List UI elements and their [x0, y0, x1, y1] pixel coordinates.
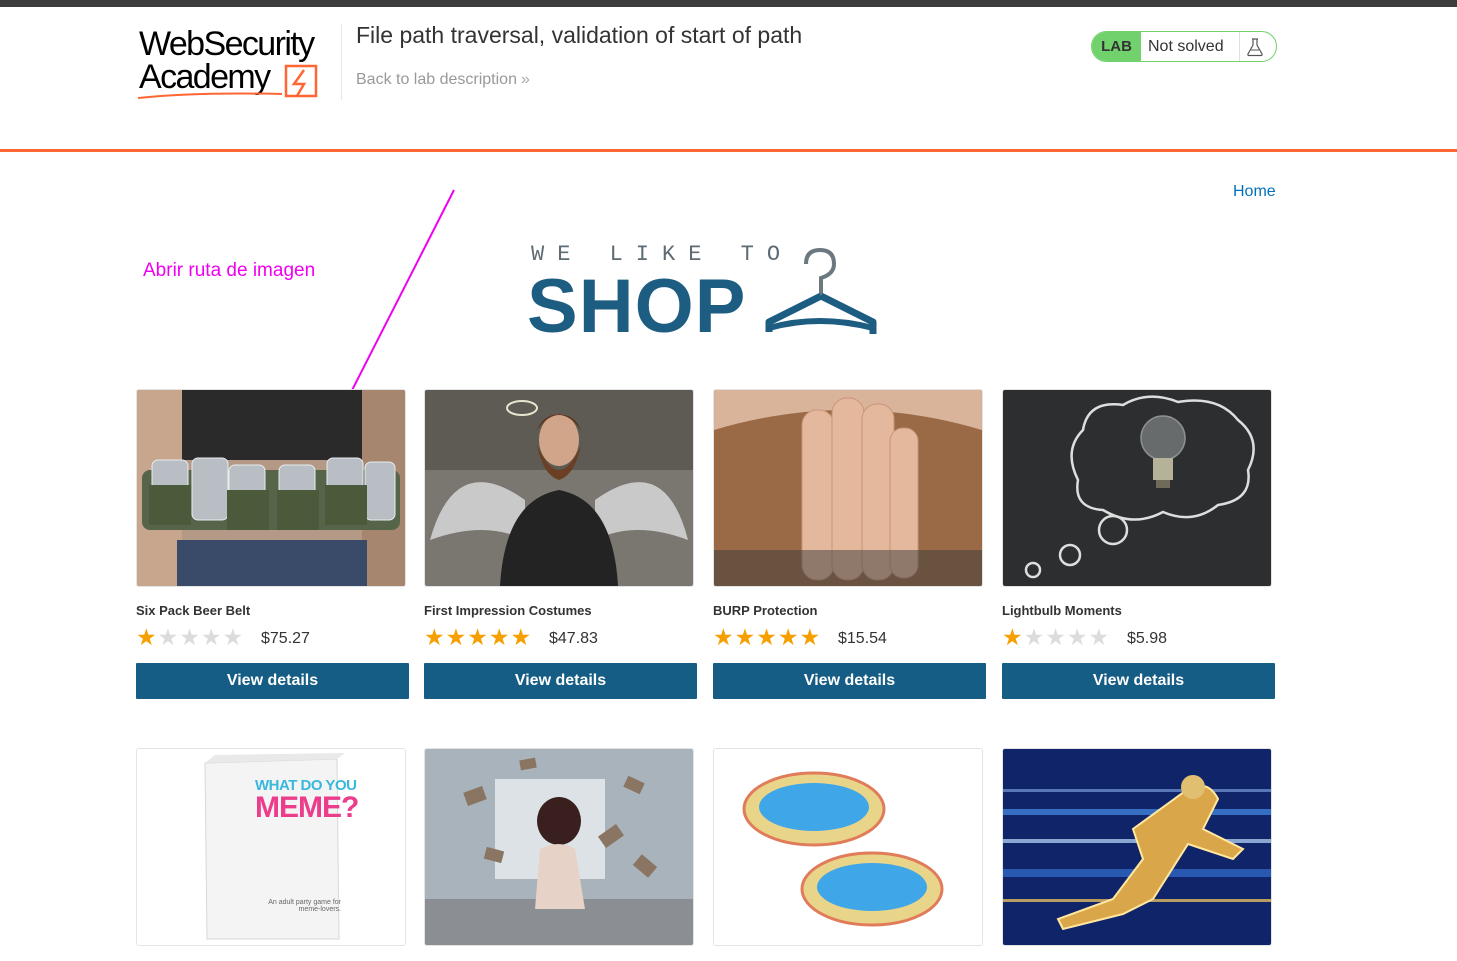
product-price: $75.27: [261, 630, 310, 647]
star-filled-icon: ★: [136, 624, 158, 650]
lab-badge: LAB: [1092, 32, 1141, 61]
lab-status-text: Not solved: [1148, 38, 1224, 55]
top-bar: [0, 0, 1457, 7]
product-rating: ★★★★★: [136, 625, 244, 649]
product-image-speed-runner[interactable]: [1002, 748, 1272, 946]
chevron-right-icon: »: [520, 71, 530, 88]
lab-status-divider: [1239, 32, 1240, 61]
star-filled-icon: ★: [488, 624, 511, 650]
product-image-meme-card-game[interactable]: WHAT DO YOU MEME? An adult party game fo…: [136, 748, 406, 946]
product-image-flying-books[interactable]: [424, 748, 694, 946]
star-filled-icon: ★: [445, 624, 468, 650]
view-details-button[interactable]: View details: [713, 663, 986, 699]
product-price: $15.54: [838, 630, 887, 647]
star-empty-icon: ★: [1066, 624, 1089, 650]
product-image-paddling-pools[interactable]: [713, 748, 983, 946]
angel-man-image: [425, 390, 693, 586]
star-filled-icon: ★: [510, 624, 533, 650]
flying-books-image: [425, 749, 693, 945]
back-link-label: Back to lab description: [356, 71, 517, 88]
meme-tagline: An adult party game for meme-lovers.: [268, 899, 341, 913]
product-image-beard-hand[interactable]: [713, 389, 983, 587]
lightbulb-chalkboard-image: [1003, 390, 1271, 586]
lab-status-widget: LAB Not solved: [1091, 31, 1277, 62]
star-empty-icon: ★: [200, 624, 223, 650]
header-divider: [341, 24, 342, 100]
product-image-beer-belt[interactable]: [136, 389, 406, 587]
product-rating: ★★★★★: [1002, 625, 1110, 649]
product-price: $47.83: [549, 630, 598, 647]
star-filled-icon: ★: [467, 624, 489, 650]
star-filled-icon: ★: [713, 624, 735, 650]
speed-runner-image: [1003, 749, 1271, 945]
star-filled-icon: ★: [1002, 624, 1024, 650]
star-filled-icon: ★: [756, 624, 778, 650]
star-empty-icon: ★: [1023, 624, 1046, 650]
shop-logo: WE LIKE TO SHOP: [527, 238, 887, 349]
star-empty-icon: ★: [222, 624, 245, 650]
product-name: BURP Protection: [713, 603, 818, 618]
star-filled-icon: ★: [734, 624, 757, 650]
product-name: First Impression Costumes: [424, 603, 592, 618]
back-to-lab-description-link[interactable]: Back to lab description»: [356, 71, 530, 89]
product-image-lightbulb-chalkboard[interactable]: [1002, 389, 1272, 587]
product-price: $5.98: [1127, 630, 1168, 647]
star-empty-icon: ★: [157, 624, 180, 650]
star-filled-icon: ★: [777, 624, 800, 650]
beer-belt-image: [137, 390, 405, 586]
hanger-icon: [765, 247, 877, 334]
view-details-button[interactable]: View details: [1002, 663, 1275, 699]
product-name: Six Pack Beer Belt: [136, 603, 251, 618]
product-name: Lightbulb Moments: [1002, 603, 1122, 618]
nav-home-link[interactable]: Home: [1233, 183, 1276, 201]
academy-logo[interactable]: WebSecurity Academy: [136, 22, 341, 102]
star-empty-icon: ★: [1088, 624, 1111, 650]
product-rating: ★★★★★: [424, 625, 532, 649]
shop-logo-word: SHOP: [527, 264, 747, 349]
beard-hand-image: [714, 390, 982, 586]
lab-title: File path traversal, validation of start…: [356, 22, 803, 48]
logo-bolt-icon: [137, 64, 318, 99]
star-empty-icon: ★: [1045, 624, 1067, 650]
star-filled-icon: ★: [424, 624, 446, 650]
paddling-pools-image: [714, 749, 982, 945]
view-details-button[interactable]: View details: [136, 663, 409, 699]
meme-title-line2: MEME?: [255, 791, 359, 824]
header-accent-line: [0, 149, 1457, 152]
flask-icon: [1247, 38, 1263, 57]
product-rating: ★★★★★: [713, 625, 821, 649]
star-filled-icon: ★: [799, 624, 822, 650]
product-image-angel-man[interactable]: [424, 389, 694, 587]
annotation-label: Abrir ruta de imagen: [143, 260, 316, 281]
star-empty-icon: ★: [179, 624, 201, 650]
view-details-button[interactable]: View details: [424, 663, 697, 699]
